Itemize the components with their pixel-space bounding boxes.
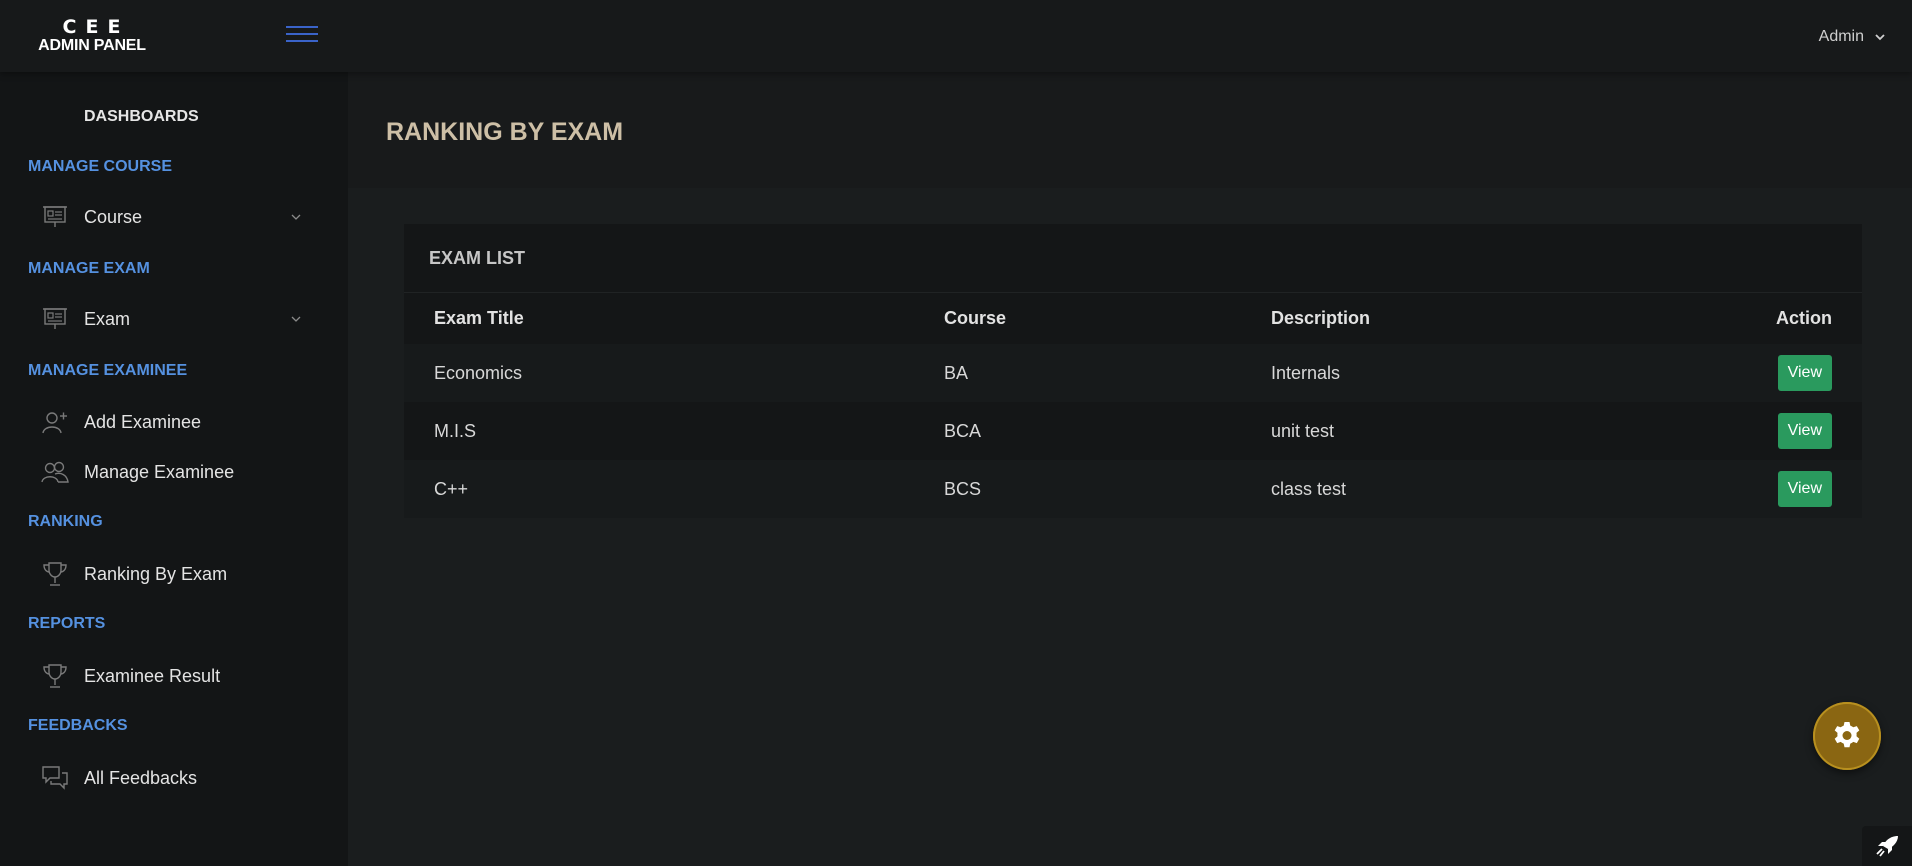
view-button[interactable]: View [1777, 355, 1832, 391]
cell-course: BCS [944, 478, 982, 499]
sidebar-item-add-examinee[interactable]: Add Examinee [28, 402, 318, 442]
sidebar-dashboards[interactable]: DASHBOARDS [84, 108, 199, 126]
sidebar-item-label: Add Examinee [84, 411, 202, 432]
view-button[interactable]: View [1777, 413, 1832, 449]
sidebar-item-label: All Feedbacks [84, 767, 198, 788]
column-header-course: Course [944, 308, 1007, 328]
exam-list-card: EXAM LIST Exam Title Course Description … [404, 224, 1862, 518]
user-menu[interactable]: Admin [1819, 28, 1886, 46]
gear-icon [1834, 722, 1860, 748]
cell-exam-title: M.I.S [434, 420, 477, 441]
settings-fab[interactable] [1813, 702, 1881, 770]
section-feedbacks: FEEDBACKS [28, 717, 128, 734]
trophy-icon [41, 662, 69, 690]
sidebar-item-course[interactable]: Course [28, 197, 318, 237]
column-header-exam-title: Exam Title [434, 308, 524, 328]
cell-action: View [1671, 460, 1862, 518]
sidebar-item-label: Ranking By Exam [84, 563, 228, 584]
add-user-icon [41, 408, 69, 436]
rocket-icon [1876, 836, 1898, 857]
card-header: EXAM LIST [404, 224, 1862, 293]
card-title: EXAM LIST [429, 248, 526, 268]
sidebar-item-all-feedbacks[interactable]: All Feedbacks [28, 758, 318, 798]
column-header-action: Action [1776, 308, 1832, 328]
presentation-icon [41, 203, 69, 231]
cell-action: View [1671, 344, 1862, 402]
sidebar-item-manage-examinee[interactable]: Manage Examinee [28, 452, 318, 492]
chat-icon [41, 764, 69, 792]
cell-action: View [1671, 402, 1862, 460]
sidebar-item-ranking-by-exam[interactable]: Ranking By Exam [28, 554, 318, 594]
logo-line2: ADMIN PANEL [38, 37, 146, 54]
table-header-row: Exam Title Course Description Action [404, 293, 1862, 344]
sidebar-item-label: Manage Examinee [84, 461, 235, 482]
sidebar-item-examinee-result[interactable]: Examinee Result [28, 656, 318, 696]
sidebar-item-label: Exam [84, 308, 131, 329]
page-title: RANKING BY EXAM [386, 118, 624, 146]
logo-line1: CEE [62, 16, 130, 38]
cell-course: BCA [944, 420, 982, 441]
cell-exam-title: C++ [434, 478, 469, 499]
cell-description: Internals [1271, 362, 1341, 383]
section-reports: REPORTS [28, 615, 106, 632]
section-manage-examinee: MANAGE EXAMINEE [28, 362, 188, 379]
table-row: Economics BA Internals View [404, 344, 1862, 402]
sidebar-item-exam[interactable]: Exam [28, 299, 318, 339]
exam-table: Exam Title Course Description Action Eco… [404, 293, 1862, 518]
table-row: M.I.S BCA unit test View [404, 402, 1862, 460]
sidebar-item-label: Examinee Result [84, 665, 221, 686]
scroll-top-button[interactable] [1862, 826, 1912, 866]
cell-description: unit test [1271, 420, 1335, 441]
cell-exam-title: Economics [434, 362, 523, 383]
table-row: C++ BCS class test View [404, 460, 1862, 518]
users-icon [41, 458, 69, 486]
chevron-down-icon [291, 214, 301, 220]
hamburger-icon[interactable] [286, 24, 318, 44]
logo[interactable]: CEE ADMIN PANEL [32, 18, 152, 54]
cell-course: BA [944, 362, 969, 383]
top-navbar: CEE ADMIN PANEL Admin [0, 0, 1912, 72]
cell-description: class test [1271, 478, 1347, 499]
section-ranking: RANKING [28, 513, 103, 530]
chevron-down-icon [1875, 34, 1885, 41]
section-manage-course: MANAGE COURSE [28, 158, 173, 175]
presentation-icon [41, 305, 69, 333]
column-header-description: Description [1271, 308, 1371, 328]
page-title-bar: RANKING BY EXAM [348, 72, 1912, 188]
user-name: Admin [1818, 28, 1864, 45]
view-button[interactable]: View [1777, 471, 1832, 507]
sidebar-item-label: Course [84, 206, 143, 227]
section-manage-exam: MANAGE EXAM [28, 260, 150, 277]
sidebar: DASHBOARDS MANAGE COURSE Course MANAGE E… [0, 72, 348, 866]
trophy-icon [41, 560, 69, 588]
chevron-down-icon [291, 316, 301, 322]
